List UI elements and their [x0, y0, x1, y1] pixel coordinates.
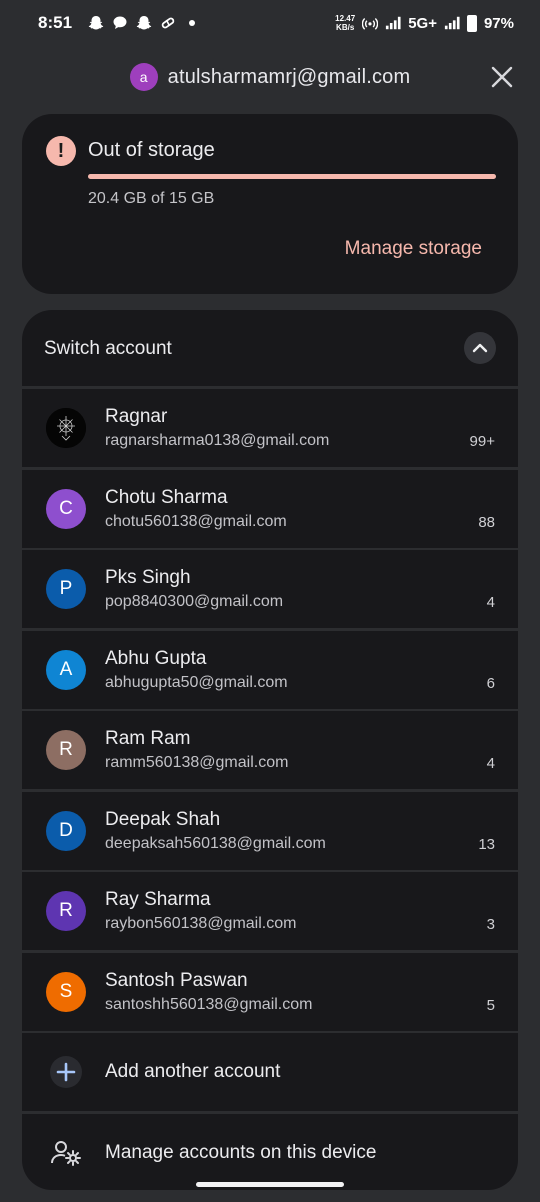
warning-icon: !: [46, 136, 76, 166]
status-time: 8:51: [38, 13, 73, 32]
pills-icon: [160, 15, 176, 31]
battery-icon: [466, 14, 477, 32]
close-icon: [491, 66, 513, 88]
account-name: Santosh Paswan: [105, 969, 248, 991]
current-account-email: atulsharmamrj@gmail.com: [167, 65, 411, 88]
unread-count-badge: 99+: [469, 433, 495, 450]
account-name: Ragnar: [105, 406, 168, 427]
status-bar: 8:51 12.47 KB/s 5G+ 97%: [0, 0, 540, 46]
account-avatar: D: [46, 810, 86, 851]
account-row[interactable]: D Deepak Shah deepaksah560138@gmail.com 13: [22, 791, 518, 870]
account-name: Pks Singh: [105, 567, 191, 588]
account-avatar: C: [46, 488, 86, 529]
account-avatar: R: [46, 730, 86, 770]
account-name: Ram Ram: [105, 728, 191, 749]
snapchat-icon: [136, 15, 152, 31]
home-indicator[interactable]: [196, 1182, 344, 1187]
switch-account-header[interactable]: Switch account: [22, 310, 518, 386]
account-avatar: A: [46, 649, 86, 690]
add-icon: [50, 1056, 82, 1088]
close-button[interactable]: [488, 63, 516, 91]
status-left: 8:51: [38, 13, 200, 33]
storage-progress-bar: [88, 174, 496, 179]
unread-count-badge: 6: [486, 674, 495, 692]
account-row[interactable]: A Abhu Gupta abhugupta50@gmail.com 6: [22, 630, 518, 709]
battery-level: 97%: [483, 14, 514, 32]
account-name: Chotu Sharma: [105, 486, 228, 508]
manage-storage-button[interactable]: Manage storage: [345, 238, 482, 260]
chat-icon: [112, 15, 128, 31]
collapse-button[interactable]: [464, 332, 496, 364]
manage-accounts-button[interactable]: Manage accounts on this device: [22, 1113, 518, 1190]
account-email: raybon560138@gmail.com: [105, 915, 297, 932]
account-row[interactable]: P Pks Singh pop8840300@gmail.com 4: [22, 550, 518, 628]
account-name: Ray Sharma: [105, 889, 211, 910]
snapchat-icon: [88, 15, 104, 31]
unread-count-badge: 88: [478, 513, 495, 531]
add-account-label: Add another account: [105, 1061, 281, 1082]
account-name: Abhu Gupta: [105, 647, 207, 669]
unread-count-badge: 4: [486, 755, 495, 772]
account-row[interactable]: S Santosh Paswan santoshh560138@gmail.com 5: [22, 952, 518, 1031]
dot-icon: [184, 15, 200, 31]
storage-progress-fill: [88, 174, 496, 179]
account-email: ragnarsharma0138@gmail.com: [105, 432, 330, 449]
switch-account-title: Switch account: [44, 338, 172, 359]
account-name: Deepak Shah: [105, 808, 221, 830]
account-avatar: P: [46, 569, 86, 609]
account-email: deepaksah560138@gmail.com: [105, 834, 326, 852]
status-right: 12.47 KB/s 5G+ 97%: [335, 14, 514, 32]
switch-account-card: Switch account Ragnar ragnarsharma0138@gm…: [22, 310, 518, 1190]
net-speed-value: 12.47: [335, 14, 356, 23]
account-row[interactable]: Ragnar ragnarsharma0138@gmail.com 99+: [22, 389, 518, 467]
net-speed: 12.47 KB/s: [335, 14, 355, 32]
account-avatar: R: [46, 891, 86, 931]
unread-count-badge: 3: [486, 916, 495, 933]
account-row[interactable]: R Ray Sharma raybon560138@gmail.com 3: [22, 872, 518, 950]
account-row[interactable]: R Ram Ram ramm560138@gmail.com 4: [22, 711, 518, 789]
manage-accounts-icon: [50, 1137, 82, 1169]
net-speed-unit: KB/s: [336, 23, 355, 32]
signal-icon: [444, 15, 460, 31]
signal-icon: [385, 15, 401, 31]
storage-title: Out of storage: [88, 139, 215, 161]
chevron-up-icon: [472, 343, 488, 353]
account-list: Ragnar ragnarsharma0138@gmail.com 99+ C Chot…: [22, 389, 518, 1190]
account-email: ramm560138@gmail.com: [105, 754, 289, 771]
current-account-avatar[interactable]: a: [129, 63, 158, 91]
account-header: a atulsharmamrj@gmail.com: [0, 46, 540, 108]
account-row[interactable]: C Chotu Sharma chotu560138@gmail.com 88: [22, 469, 518, 548]
hotspot-icon: [362, 15, 379, 31]
network-type: 5G+: [408, 14, 437, 32]
account-email: abhugupta50@gmail.com: [105, 673, 288, 691]
unread-count-badge: 13: [478, 835, 495, 853]
storage-usage: 20.4 GB of 15 GB: [88, 190, 215, 207]
account-avatar: [46, 408, 86, 448]
unread-count-badge: 5: [486, 996, 495, 1014]
storage-card: ! Out of storage 20.4 GB of 15 GB Manage…: [22, 114, 518, 294]
account-email: pop8840300@gmail.com: [105, 593, 284, 610]
account-email: santoshh560138@gmail.com: [105, 995, 313, 1013]
add-account-button[interactable]: Add another account: [22, 1033, 518, 1111]
account-email: chotu560138@gmail.com: [105, 512, 287, 530]
account-avatar: S: [46, 971, 86, 1012]
unread-count-badge: 4: [486, 594, 495, 611]
manage-accounts-label: Manage accounts on this device: [105, 1141, 377, 1163]
